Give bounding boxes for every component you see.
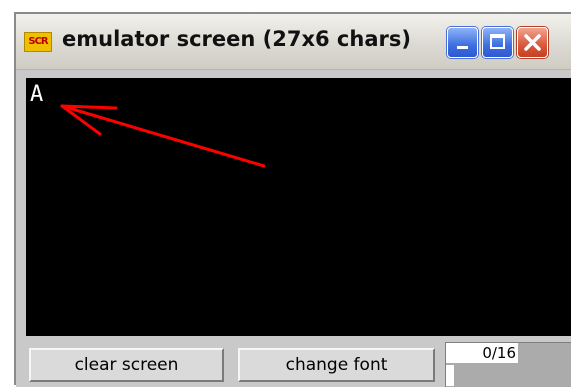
close-icon (524, 34, 541, 51)
emulator-screen[interactable]: A (26, 78, 571, 336)
bottom-toolbar: clear screen change font 0/16 (16, 336, 571, 387)
progress-indicator: 0/16 (445, 342, 571, 387)
red-arrow-annotation (60, 104, 266, 168)
title-bar[interactable]: SCR emulator screen (27x6 chars) (16, 14, 571, 70)
app-icon: SCR (24, 32, 52, 52)
progress-bar (446, 365, 454, 386)
clear-screen-button[interactable]: clear screen (29, 348, 224, 382)
window-title: emulator screen (27x6 chars) (62, 27, 411, 51)
minimize-button[interactable] (447, 27, 478, 58)
maximize-button[interactable] (482, 27, 513, 58)
maximize-icon (490, 34, 505, 49)
minimize-icon (457, 46, 468, 49)
progress-label: 0/16 (446, 343, 518, 363)
change-font-button[interactable]: change font (238, 348, 435, 382)
emulator-window: SCR emulator screen (27x6 chars) A clear… (14, 12, 571, 387)
close-button[interactable] (517, 27, 548, 58)
